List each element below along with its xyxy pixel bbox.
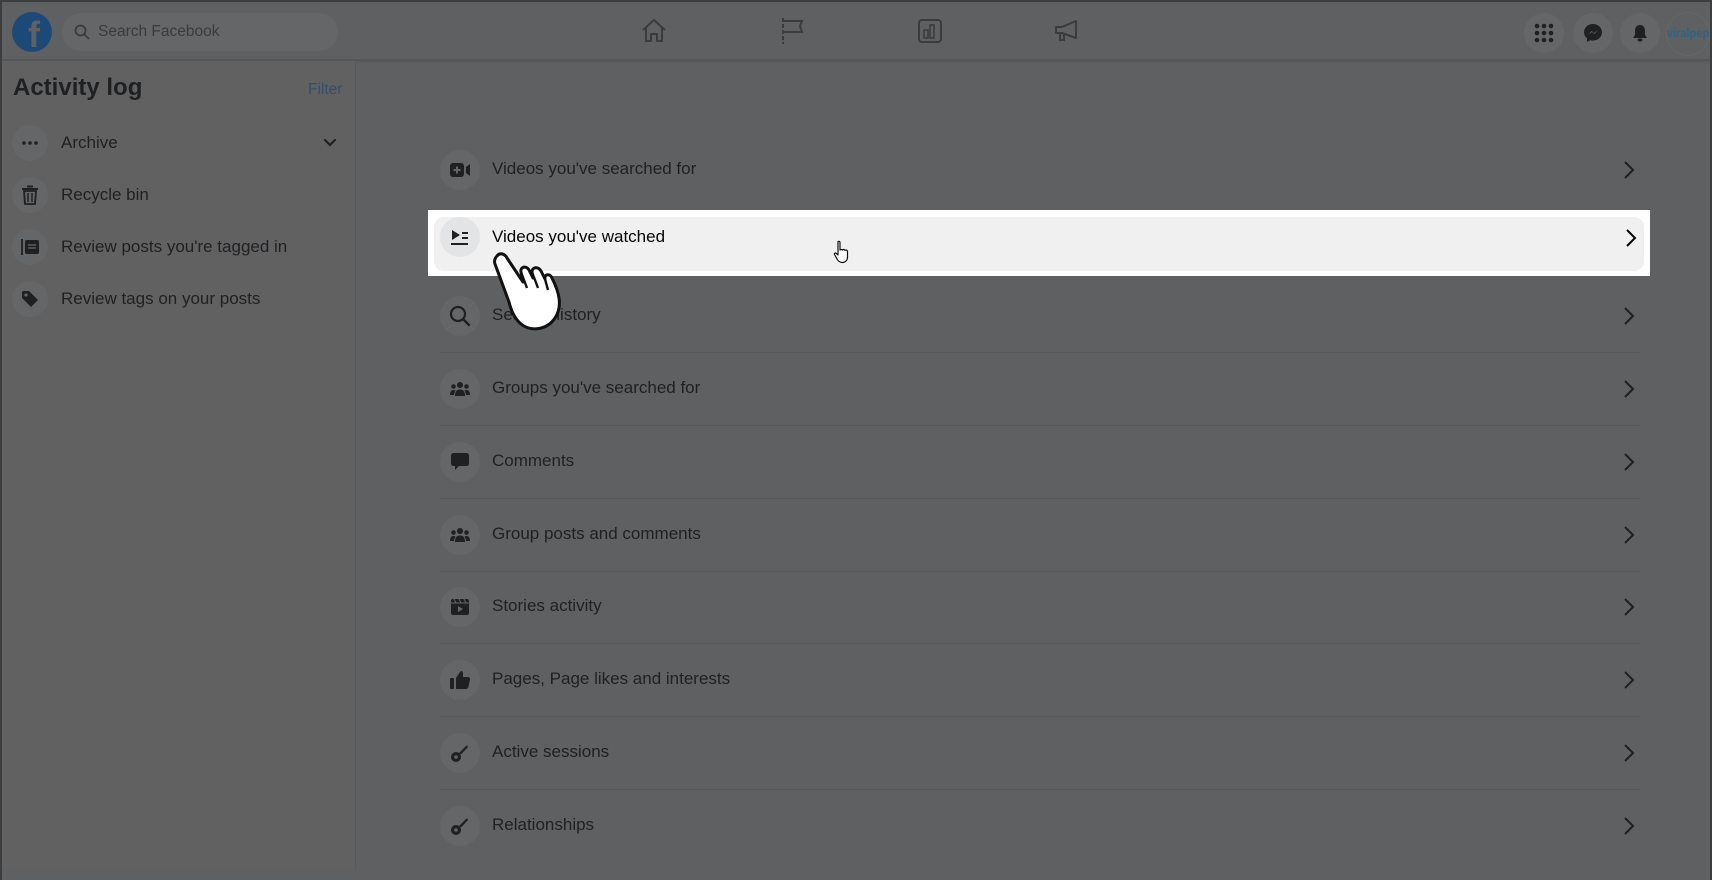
chevron-right-icon bbox=[1624, 161, 1635, 179]
chevron-right-icon bbox=[1624, 453, 1635, 471]
key-icon bbox=[440, 806, 480, 846]
search-box[interactable] bbox=[62, 13, 338, 51]
page-title: Activity log bbox=[13, 74, 143, 101]
tagged-posts-icon bbox=[12, 229, 48, 265]
flag-icon[interactable] bbox=[775, 14, 809, 48]
list-item-label: Comments bbox=[492, 451, 575, 470]
search-icon bbox=[74, 24, 90, 40]
chevron-right-icon bbox=[1624, 744, 1635, 762]
messenger-button[interactable] bbox=[1573, 13, 1613, 53]
play-list-icon bbox=[440, 217, 480, 257]
chevron-down-icon[interactable] bbox=[322, 135, 338, 151]
avatar-text: viralpep bbox=[1666, 28, 1710, 40]
list-item-groups-searched[interactable]: Groups you've searched for bbox=[440, 354, 1640, 426]
filter-link[interactable]: Filter bbox=[308, 81, 342, 99]
list-item-label: Active sessions bbox=[492, 742, 610, 761]
key-icon bbox=[440, 733, 480, 773]
row-divider bbox=[440, 716, 1640, 717]
sidebar-item-label: Recycle bin bbox=[61, 185, 149, 204]
trash-icon bbox=[12, 177, 48, 213]
row-divider bbox=[440, 498, 1640, 499]
chevron-right-icon bbox=[1624, 671, 1635, 689]
list-item-label: Groups you've searched for bbox=[492, 378, 701, 397]
menu-grid-icon bbox=[1534, 23, 1554, 43]
sidebar-item-label: Review posts you're tagged in bbox=[61, 237, 288, 256]
chevron-right-icon bbox=[1624, 307, 1635, 325]
notifications-button[interactable] bbox=[1620, 13, 1660, 53]
chevron-right-icon bbox=[1624, 598, 1635, 616]
row-divider bbox=[440, 425, 1640, 426]
insights-icon[interactable] bbox=[913, 14, 947, 48]
list-item-label: Videos you've searched for bbox=[492, 159, 697, 178]
facebook-logo[interactable]: f bbox=[12, 12, 52, 52]
row-divider bbox=[440, 789, 1640, 790]
more-dots-icon bbox=[12, 125, 48, 161]
list-item-pages-likes-interests[interactable]: Pages, Page likes and interests bbox=[440, 645, 1640, 717]
home-icon[interactable] bbox=[637, 14, 671, 48]
tag-icon bbox=[12, 281, 48, 317]
sidebar-item-label: Review tags on your posts bbox=[61, 289, 261, 308]
chevron-right-icon bbox=[1626, 229, 1637, 247]
stories-icon bbox=[440, 587, 480, 627]
search-icon bbox=[440, 296, 480, 336]
list-item-label: Pages, Page likes and interests bbox=[492, 669, 731, 688]
list-item-videos-searched[interactable]: Videos you've searched for bbox=[440, 135, 1640, 207]
list-item-videos-watched[interactable]: Videos you've watched bbox=[428, 210, 1650, 276]
sidebar-item-review-tags[interactable]: Review tags on your posts bbox=[12, 277, 346, 321]
mouse-pointer-cursor bbox=[833, 240, 849, 264]
chevron-right-icon bbox=[1624, 817, 1635, 835]
bell-icon bbox=[1633, 25, 1647, 42]
groups-icon bbox=[440, 515, 480, 555]
megaphone-icon[interactable] bbox=[1050, 14, 1084, 48]
list-item-label: Videos you've watched bbox=[492, 227, 666, 246]
list-item-search-history[interactable]: Search history bbox=[440, 281, 1640, 353]
groups-icon bbox=[440, 369, 480, 409]
sidebar-item-review-tagged-posts[interactable]: Review posts you're tagged in bbox=[12, 225, 346, 269]
thumbs-up-icon bbox=[440, 660, 480, 700]
row-divider bbox=[440, 643, 1640, 644]
list-item-group-posts-comments[interactable]: Group posts and comments bbox=[440, 500, 1640, 572]
chevron-right-icon bbox=[1624, 380, 1635, 398]
tutorial-hand-cursor bbox=[493, 252, 561, 331]
messenger-icon bbox=[1584, 24, 1602, 42]
list-item-relationships[interactable]: Relationships bbox=[440, 791, 1640, 863]
video-plus-icon bbox=[440, 150, 480, 190]
list-item-label: Stories activity bbox=[492, 596, 602, 615]
list-item-stories-activity[interactable]: Stories activity bbox=[440, 572, 1640, 644]
list-item-label: Group posts and comments bbox=[492, 524, 701, 543]
list-item-comments[interactable]: Comments bbox=[440, 427, 1640, 499]
row-divider bbox=[440, 352, 1640, 353]
facebook-logo-glyph: f bbox=[28, 14, 40, 53]
list-item-active-sessions[interactable]: Active sessions bbox=[440, 718, 1640, 790]
profile-avatar[interactable]: viralpep bbox=[1666, 12, 1710, 56]
list-item-label: Relationships bbox=[492, 815, 595, 834]
top-navigation-bar: f viralpep bbox=[0, 0, 1712, 60]
search-input[interactable] bbox=[98, 23, 318, 41]
chevron-right-icon bbox=[1624, 526, 1635, 544]
sidebar: Activity log Filter Archive Recycle bin … bbox=[2, 61, 356, 869]
menu-grid-button[interactable] bbox=[1524, 13, 1564, 53]
comment-icon bbox=[440, 442, 480, 482]
sidebar-item-label: Archive bbox=[61, 133, 118, 152]
sidebar-item-archive[interactable]: Archive bbox=[12, 121, 346, 165]
sidebar-item-recycle-bin[interactable]: Recycle bin bbox=[12, 173, 346, 217]
